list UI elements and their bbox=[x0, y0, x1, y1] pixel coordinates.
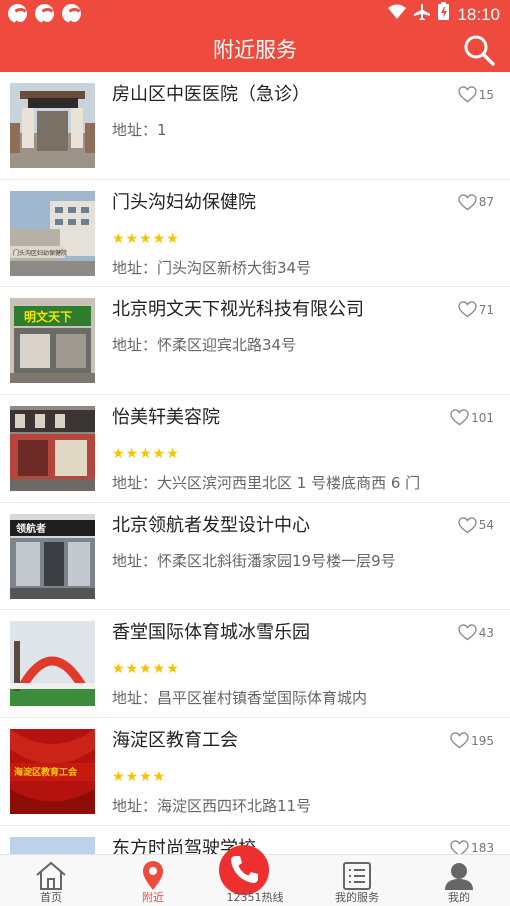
notification-icons bbox=[8, 4, 83, 25]
clock: 18:10 bbox=[457, 4, 500, 24]
phone-icon bbox=[231, 856, 258, 883]
heart-icon bbox=[450, 840, 469, 854]
place-photo: 明文天下 bbox=[10, 298, 95, 384]
like-count: 183 bbox=[471, 841, 494, 854]
list-item[interactable]: 海淀区教育工会 海淀区教育工会 ★★★★ 地址：海淀区西四环北路11号 195 bbox=[0, 718, 510, 826]
nav-label: 我的 bbox=[448, 891, 470, 904]
like-count: 54 bbox=[478, 518, 494, 533]
place-name: 怡美轩美容院 bbox=[112, 407, 220, 429]
place-address: 地址：怀柔区北斜街潘家园19号楼一层9号 bbox=[112, 551, 396, 570]
place-name: 北京领航者发型设计中心 bbox=[112, 514, 310, 536]
bottom-navigation: 首页 附近 12351热线 我的服务 我的 bbox=[0, 845, 510, 906]
like-button[interactable]: 43 bbox=[458, 624, 494, 641]
place-photo bbox=[10, 83, 95, 168]
list-item[interactable]: 怡美轩美容院 ★★★★★ 地址：大兴区滨河西里北区 1 号楼底商西 6 门 10… bbox=[0, 395, 510, 503]
place-address: 地址：1 bbox=[112, 121, 167, 139]
svg-text:门头沟区妇幼保健院: 门头沟区妇幼保健院 bbox=[13, 249, 67, 257]
place-name: 香堂国际体育城冰雪乐园 bbox=[112, 622, 310, 644]
place-address: 地址：大兴区滨河西里北区 1 号楼底商西 6 门 bbox=[112, 474, 421, 493]
user-icon bbox=[445, 863, 473, 890]
search-icon bbox=[464, 35, 495, 66]
svg-text:明文天下: 明文天下 bbox=[24, 309, 72, 324]
place-address: 地址：海淀区西四环北路11号 bbox=[112, 797, 312, 816]
nav-label: 首页 bbox=[40, 891, 62, 904]
heart-icon bbox=[450, 732, 469, 749]
location-pin-icon bbox=[143, 861, 163, 890]
wifi-icon bbox=[388, 3, 407, 27]
like-button[interactable]: 195 bbox=[450, 732, 494, 749]
nav-mine[interactable]: 我的 bbox=[408, 855, 510, 906]
like-count: 71 bbox=[478, 302, 494, 317]
like-count: 101 bbox=[471, 410, 494, 425]
place-name: 海淀区教育工会 bbox=[112, 730, 238, 752]
like-button[interactable]: 87 bbox=[458, 193, 494, 211]
place-name: 北京明文天下视光科技有限公司 bbox=[112, 299, 364, 321]
home-icon bbox=[36, 861, 66, 890]
notification-icon bbox=[62, 4, 83, 25]
like-count: 43 bbox=[478, 625, 494, 640]
place-photo bbox=[10, 836, 95, 854]
system-icons: 18:10 bbox=[388, 2, 500, 27]
place-address: 地址：昌平区崔村镇香堂国际体育城内 bbox=[112, 689, 368, 708]
heart-icon bbox=[458, 301, 477, 318]
page-title: 附近服务 bbox=[213, 38, 297, 62]
place-name: 门头沟妇幼保健院 bbox=[112, 191, 256, 213]
svg-text:海淀区教育工会: 海淀区教育工会 bbox=[14, 766, 78, 778]
battery-icon bbox=[438, 2, 450, 27]
like-button[interactable]: 183 bbox=[450, 840, 494, 854]
like-button[interactable]: 101 bbox=[450, 409, 494, 426]
list-item[interactable]: 门头沟区妇幼保健院 门头沟妇幼保健院 ★★★★★ 地址：门头沟区新桥大街34号 … bbox=[0, 180, 510, 288]
place-name: 房山区中医医院（急诊） bbox=[112, 84, 310, 105]
list-icon bbox=[343, 862, 371, 890]
heart-icon bbox=[458, 193, 477, 211]
nav-nearby[interactable]: 附近 bbox=[102, 855, 204, 906]
place-photo: 门头沟区妇幼保健院 bbox=[10, 190, 95, 276]
search-button[interactable] bbox=[462, 33, 496, 67]
nav-hotline[interactable]: 12351热线 bbox=[204, 845, 306, 906]
star-rating: ★★★★ bbox=[112, 769, 167, 786]
like-count: 87 bbox=[478, 195, 494, 210]
heart-icon bbox=[450, 409, 469, 426]
nav-label: 12351热线 bbox=[226, 891, 284, 904]
like-button[interactable]: 15 bbox=[458, 86, 494, 103]
status-bar: 18:10 bbox=[0, 0, 510, 28]
list-item[interactable]: 明文天下 北京明文天下视光科技有限公司 地址：怀柔区迎宾北路34号 71 bbox=[0, 287, 510, 396]
heart-icon bbox=[458, 624, 477, 641]
notification-icon bbox=[35, 4, 56, 25]
nav-label: 我的服务 bbox=[335, 891, 379, 904]
place-photo bbox=[10, 406, 95, 492]
nearby-service-list: 房山区中医医院（急诊） 地址：1 15 门头沟区妇幼保健院 门头沟妇幼保健院 ★… bbox=[0, 72, 510, 854]
star-rating: ★★★★★ bbox=[112, 446, 180, 463]
app-header: 附近服务 bbox=[0, 28, 510, 72]
nav-label: 附近 bbox=[142, 891, 164, 904]
place-photo: 海淀区教育工会 bbox=[10, 729, 95, 815]
place-photo: 领航者 bbox=[10, 513, 95, 599]
like-count: 195 bbox=[471, 733, 494, 748]
nav-home[interactable]: 首页 bbox=[0, 855, 102, 906]
like-button[interactable]: 54 bbox=[458, 517, 494, 534]
hotline-button[interactable] bbox=[219, 845, 269, 895]
star-rating: ★★★★★ bbox=[112, 230, 180, 247]
heart-icon bbox=[458, 517, 477, 534]
svg-text:领航者: 领航者 bbox=[16, 522, 46, 535]
notification-icon bbox=[8, 4, 29, 25]
place-photo bbox=[10, 621, 95, 707]
like-button[interactable]: 71 bbox=[458, 301, 494, 318]
like-count: 15 bbox=[478, 87, 494, 102]
heart-icon bbox=[458, 86, 477, 103]
list-item[interactable]: 香堂国际体育城冰雪乐园 ★★★★★ 地址：昌平区崔村镇香堂国际体育城内 43 bbox=[0, 610, 510, 719]
place-address: 地址：门头沟区新桥大街34号 bbox=[112, 258, 312, 277]
airplane-icon bbox=[414, 3, 431, 27]
list-item[interactable]: 领航者 北京领航者发型设计中心 地址：怀柔区北斜街潘家园19号楼一层9号 54 bbox=[0, 503, 510, 611]
nav-my-services[interactable]: 我的服务 bbox=[306, 855, 408, 906]
star-rating: ★★★★★ bbox=[112, 661, 180, 678]
place-address: 地址：怀柔区迎宾北路34号 bbox=[112, 336, 297, 355]
list-item[interactable]: 房山区中医医院（急诊） 地址：1 15 bbox=[0, 72, 510, 180]
